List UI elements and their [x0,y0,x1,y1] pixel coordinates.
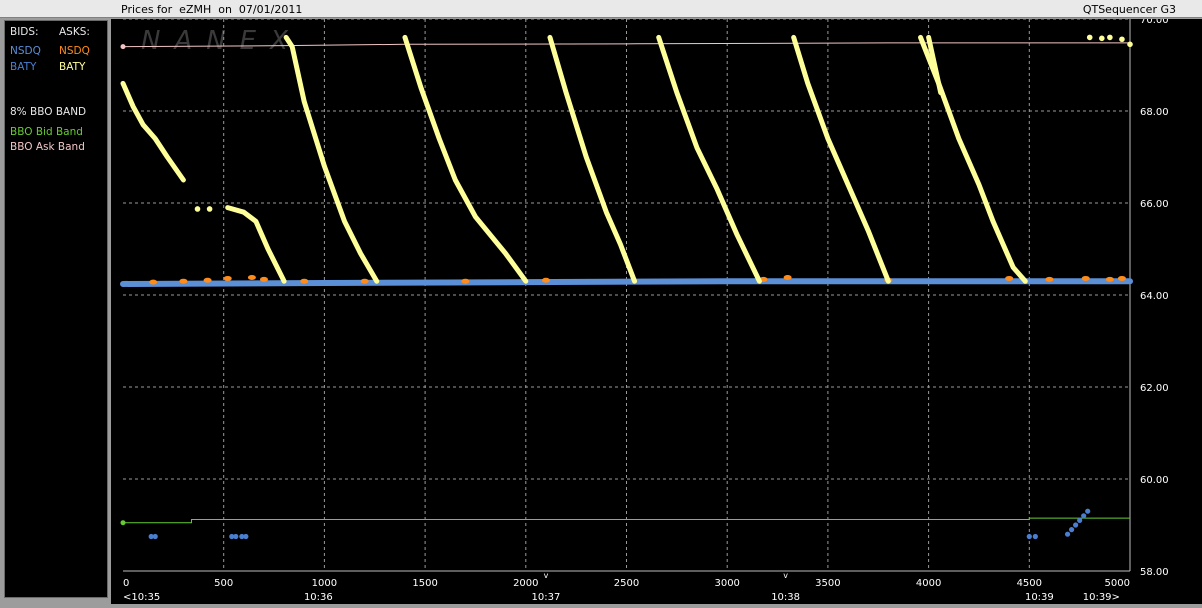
nsdq-ask-point [247,275,256,281]
nsdq-ask-point [1045,276,1054,282]
baty-bid-point [1073,522,1079,528]
baty-ask-segment [402,34,529,284]
nsdq-bid-line [120,278,1133,287]
legend-bid-nsdq[interactable]: NSDQ [10,45,41,57]
time-label: 10:38 [771,592,800,603]
y-tick-label: 58.00 [1140,567,1169,578]
x-tick-label: 500 [214,578,233,589]
nsdq-ask-point [1117,275,1126,281]
baty-ask-point [1107,34,1113,41]
baty-ask-segment [225,205,287,284]
plot-area[interactable]: NANEX 0 500 1000 1500 2000 2500 3000 3500 4000 450… [111,15,1202,604]
nsdq-ask-point [541,277,550,283]
nsdq-ask-point [223,275,232,281]
baty-ask-segment [283,34,380,284]
x-tick-label: 2000 [513,578,538,589]
watermark-text: NANEX [141,26,302,56]
legend-ask-nsdq[interactable]: NSDQ [59,45,90,57]
bids-header: BIDS: [10,26,39,38]
window-titlebar: Prices for eZMH on 07/01/2011 QTSequence… [0,0,1202,18]
app-name: QTSequencer G3 [1082,3,1176,16]
x-tick-label: 4000 [916,578,941,589]
y-tick-label: 66.00 [1140,199,1169,210]
time-label: 10:39> [1083,592,1120,603]
legend-bid-band[interactable]: BBO Bid Band [10,126,83,138]
minute-marker: v [783,571,788,580]
baty-ask-segment [791,34,891,284]
nsdq-ask-point [203,277,212,283]
nsdq-ask-point [1005,275,1014,281]
y-tick-label: 68.00 [1140,107,1169,118]
baty-ask-point [1086,34,1093,41]
baty-ask-segment [547,34,638,284]
x-tick-label: 1000 [312,578,337,589]
time-label: 10:39 [1025,592,1054,603]
legend-ask-baty[interactable]: BATY [59,61,85,73]
nsdq-ask-point [360,278,369,284]
x-tick-label: 1500 [412,578,437,589]
time-label: 10:37 [532,592,561,603]
nsdq-ask-point [179,278,188,284]
x-tick-label: 5000 [1105,578,1130,589]
y-tick-label: 62.00 [1140,383,1169,394]
asks-header: ASKS: [59,26,90,38]
bbo-bid-band-start [120,520,126,526]
y-tick-label: 70.00 [1140,19,1169,26]
nsdq-ask-point [259,276,268,282]
baty-bid-point [152,533,158,540]
legend-bid-baty[interactable]: BATY [10,61,36,73]
nsdq-ask-point [783,275,792,281]
baty-bid-point [1081,513,1087,519]
baty-bid-point [1077,517,1083,523]
bbo-ask-band-start [120,44,126,50]
time-label: <10:35 [123,592,160,603]
price-chart[interactable]: NANEX 0 500 1000 1500 2000 2500 3000 3500 4000 450… [111,15,1202,604]
minute-marker: v [544,571,549,580]
baty-bid-point [233,533,239,540]
legend-panel: BIDS: ASKS: NSDQ NSDQ BATY BATY 8% BBO B… [4,20,108,598]
nsdq-ask-point [1081,275,1090,281]
x-tick-label: 3500 [815,578,840,589]
time-label: 10:36 [304,592,333,603]
nsdq-ask-point [149,279,158,285]
x-tick-label: 0 [123,578,129,589]
x-tick-label: 2500 [614,578,639,589]
y-tick-label: 60.00 [1140,475,1169,486]
chart-title: Prices for eZMH on 07/01/2011 [121,3,303,16]
baty-bid-point [1068,527,1075,533]
baty-ask-segment [120,80,186,183]
band-title: 8% BBO BAND [10,106,87,118]
x-tick-label: 3000 [714,578,739,589]
baty-bid-point [1032,533,1038,540]
baty-bid-point [1085,508,1091,514]
legend-ask-band[interactable]: BBO Ask Band [10,141,85,153]
x-tick-label: 4500 [1017,578,1042,589]
baty-ask-point [1127,41,1133,48]
y-tick-label: 64.00 [1140,291,1169,302]
baty-bid-point [1026,533,1032,540]
baty-ask-point [1099,35,1105,42]
baty-ask-point [194,206,201,212]
baty-ask-segment [656,34,762,284]
nsdq-ask-point [461,278,470,284]
nsdq-ask-point [1105,276,1114,282]
baty-bid-point [243,533,249,540]
baty-ask-point [1119,36,1125,43]
baty-ask-point [206,206,213,212]
nsdq-ask-point [300,278,309,284]
baty-bid-point [1064,531,1071,537]
